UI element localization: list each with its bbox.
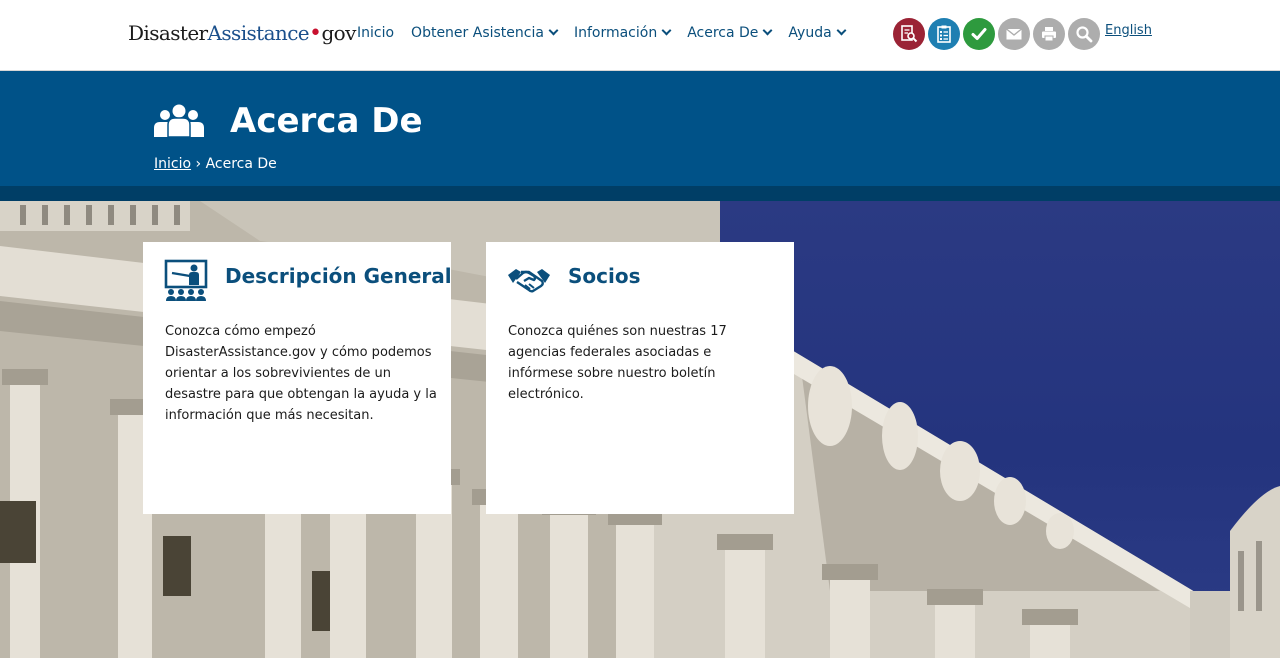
nav-item-informacion[interactable]: Información: [573, 25, 672, 41]
email-button[interactable]: [998, 18, 1030, 50]
chevron-down-icon: [548, 25, 559, 36]
card-socios[interactable]: Socios Conozca quiénes son nuestras 17 a…: [486, 242, 794, 514]
card-descripcion-general[interactable]: Descripción General Conozca cómo empezó …: [143, 242, 452, 514]
language-link[interactable]: English: [1105, 23, 1152, 38]
checklist-button[interactable]: [928, 18, 960, 50]
nav-item-obtener-asistencia[interactable]: Obtener Asistencia: [411, 25, 559, 41]
people-icon: [154, 104, 204, 138]
checkmark-button[interactable]: [963, 18, 995, 50]
breadcrumb-current: Acerca De: [205, 156, 277, 172]
handshake-icon: [508, 269, 550, 293]
breadcrumb-home-link[interactable]: Inicio: [154, 156, 191, 172]
logo-part-2: Assistance: [207, 21, 310, 45]
breadcrumb-separator: ›: [195, 156, 202, 172]
envelope-icon: [1006, 28, 1022, 40]
nav-label: Obtener Asistencia: [411, 25, 544, 41]
nav-label: Ayuda: [788, 25, 832, 41]
search-button[interactable]: [1068, 18, 1100, 50]
site-header: DisasterAssistance•gov Inicio Obtener As…: [0, 0, 1280, 71]
nav-label: Acerca De: [687, 25, 759, 41]
nav-label: Inicio: [357, 25, 395, 41]
card-title: Descripción General: [225, 264, 452, 288]
site-logo[interactable]: DisasterAssistance•gov: [128, 21, 356, 46]
banner-divider: [0, 186, 1280, 201]
page-title: Acerca De: [230, 101, 423, 141]
printer-icon: [1042, 27, 1056, 42]
card-description: Conozca cómo empezó DisasterAssistance.g…: [165, 324, 437, 423]
document-search-button[interactable]: [893, 18, 925, 50]
chevron-down-icon: [762, 25, 773, 36]
main-nav: Inicio Obtener Asistencia Información Ac…: [357, 25, 847, 41]
checkmark-icon: [971, 28, 987, 40]
search-icon: [1076, 26, 1093, 43]
checklist-icon: [937, 25, 951, 43]
nav-item-acerca-de[interactable]: Acerca De: [687, 25, 773, 41]
chevron-down-icon: [836, 25, 847, 36]
card-title: Socios: [568, 264, 641, 288]
document-search-icon: [901, 25, 918, 43]
breadcrumb: Inicio › Acerca De: [154, 156, 277, 172]
presentation-icon: [164, 259, 208, 301]
chevron-down-icon: [661, 25, 672, 36]
nav-label: Información: [573, 25, 658, 41]
nav-item-inicio[interactable]: Inicio: [357, 25, 394, 41]
logo-part-1: Disaster: [128, 21, 208, 45]
utility-toolbar: [893, 18, 1100, 50]
card-description: Conozca quiénes son nuestras 17 agencias…: [508, 324, 727, 402]
print-button[interactable]: [1033, 18, 1065, 50]
logo-part-3: gov: [321, 21, 356, 45]
nav-item-ayuda[interactable]: Ayuda: [788, 25, 847, 41]
logo-dot: •: [309, 21, 322, 46]
